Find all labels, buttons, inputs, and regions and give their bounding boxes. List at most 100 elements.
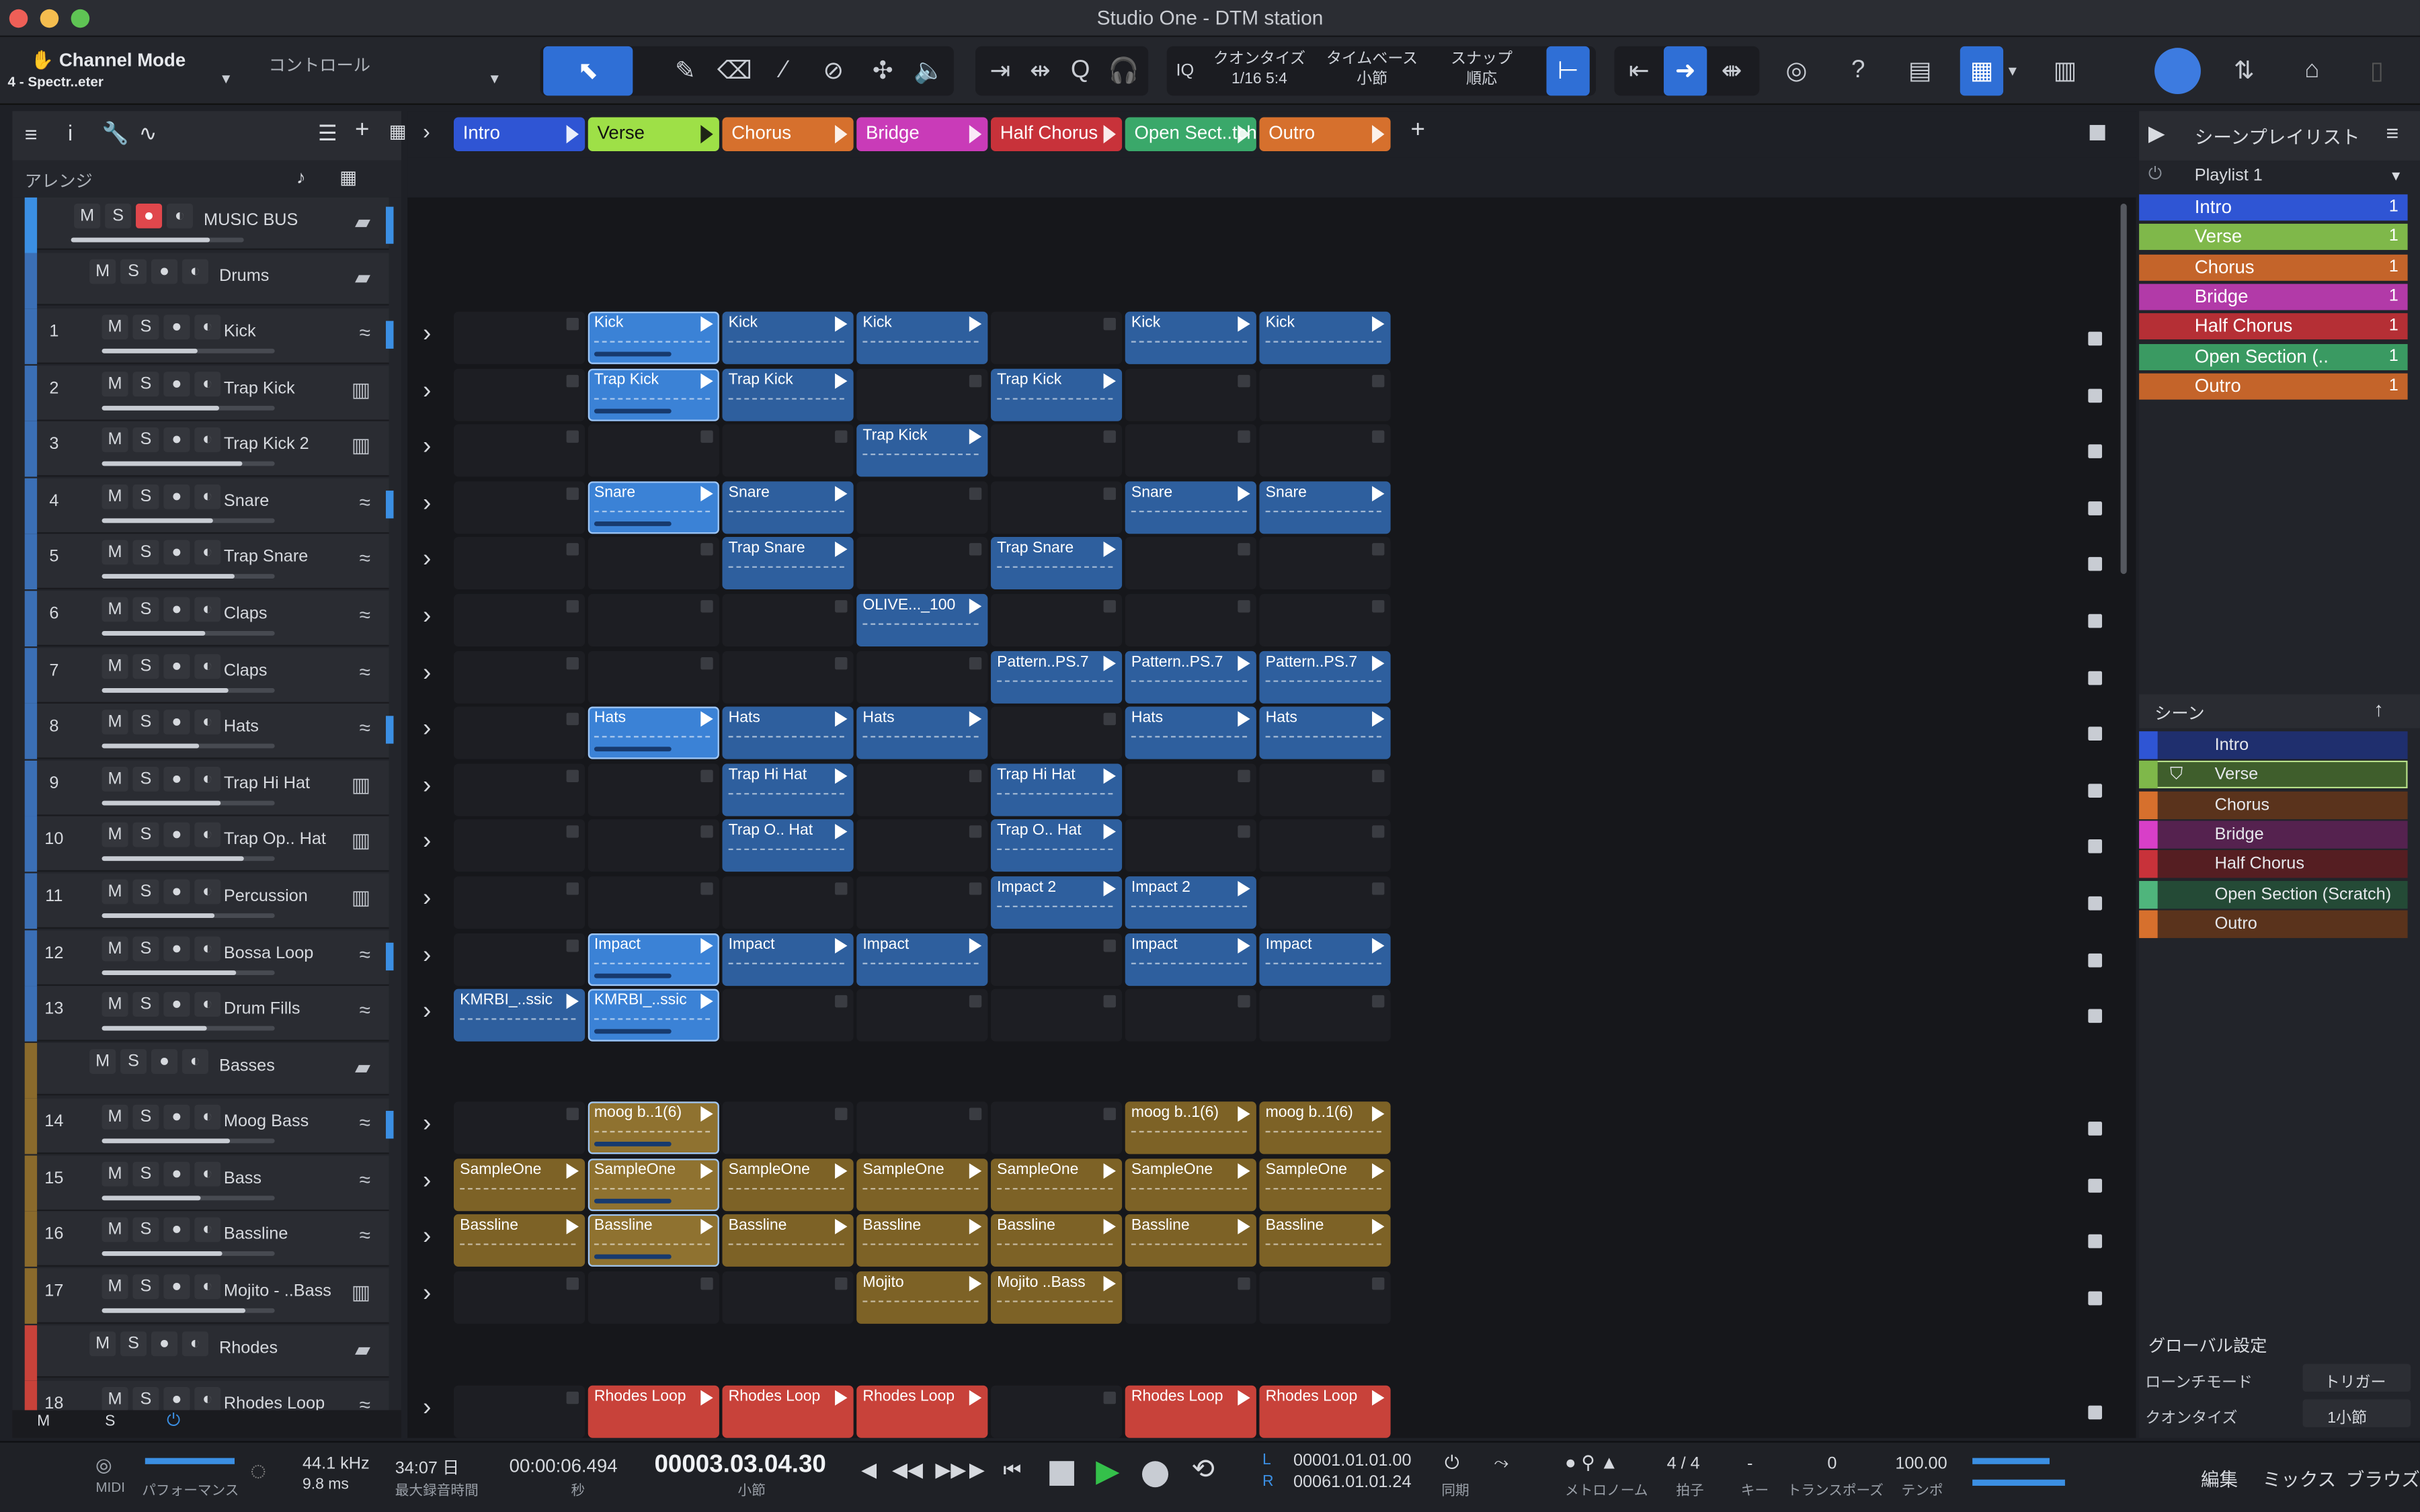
clip[interactable]: Kick <box>1125 311 1256 364</box>
stretch-button[interactable]: ⇹ <box>1018 46 1061 95</box>
play-icon[interactable] <box>1372 1390 1385 1406</box>
scene-header[interactable]: Chorus <box>722 117 854 151</box>
chevron-right-icon[interactable]: › <box>423 1111 431 1138</box>
empty-slot[interactable] <box>990 480 1123 534</box>
row-stop-icon[interactable] <box>2088 1178 2103 1192</box>
empty-slot[interactable] <box>453 933 586 986</box>
empty-slot[interactable] <box>453 480 586 534</box>
clip[interactable]: Pattern..PS.7 <box>1125 650 1256 703</box>
empty-slot[interactable] <box>990 1385 1123 1438</box>
solo-button[interactable]: S <box>120 1331 147 1357</box>
scene-item[interactable]: Bridge <box>2139 821 2408 849</box>
track-row[interactable]: M S ● ◐ 3 ▥ Trap Kick 2 <box>24 421 389 477</box>
empty-slot[interactable] <box>990 311 1123 364</box>
note-icon[interactable]: ♪ <box>296 167 306 188</box>
clip[interactable]: Bassline <box>856 1214 988 1267</box>
channel-mode-title[interactable]: ✋ Channel Mode <box>31 49 186 71</box>
empty-slot[interactable] <box>453 311 586 364</box>
empty-slot[interactable] <box>1259 593 1391 646</box>
record-arm-button[interactable]: ● <box>163 1387 190 1412</box>
play-icon[interactable] <box>835 485 848 501</box>
play-icon[interactable] <box>566 1163 579 1179</box>
row-stop-icon[interactable] <box>2088 1234 2103 1249</box>
tempo-value[interactable]: 100.00 <box>1895 1455 1947 1474</box>
empty-slot[interactable] <box>588 876 719 929</box>
volume-slider[interactable] <box>102 687 275 692</box>
play-icon[interactable] <box>1103 124 1116 144</box>
mute-tool-button[interactable]: ⊘ <box>812 46 855 95</box>
empty-slot[interactable] <box>453 1271 586 1324</box>
play-icon[interactable] <box>566 993 579 1009</box>
record-arm-button[interactable]: ● <box>163 427 190 453</box>
solo-button[interactable]: S <box>132 1104 159 1130</box>
bend-button[interactable]: ⇥ <box>979 46 1022 95</box>
folder-row[interactable]: M S ● ◐ ▰ Basses <box>24 1043 389 1099</box>
volume-slider[interactable] <box>102 574 275 579</box>
row-stop-icon[interactable] <box>2088 670 2103 685</box>
empty-slot[interactable] <box>1125 1271 1256 1324</box>
empty-slot[interactable] <box>1259 820 1391 873</box>
chevron-right-icon[interactable]: › <box>423 999 431 1026</box>
track-row[interactable]: M S ● ◐ 6 ≈ Claps <box>24 591 389 646</box>
play-icon[interactable] <box>700 1106 713 1122</box>
playlist-select[interactable]: ⏻ Playlist 1 ▼ <box>2139 161 2420 195</box>
empty-slot[interactable] <box>856 537 988 590</box>
play-icon[interactable] <box>1238 1219 1250 1235</box>
monitor-button[interactable]: ◐ <box>194 314 221 340</box>
playlist-item[interactable]: Outro 1 <box>2139 373 2408 400</box>
sync-icon[interactable]: ⏻ <box>1445 1452 1459 1474</box>
empty-slot[interactable] <box>453 706 586 760</box>
play-icon[interactable] <box>700 124 713 144</box>
empty-slot[interactable] <box>856 763 988 816</box>
clip[interactable]: moog b..1(6) <box>1125 1101 1256 1154</box>
chevron-right-icon[interactable]: › <box>423 886 431 913</box>
launch-mode-select[interactable]: トリガー <box>2302 1363 2411 1392</box>
play-icon[interactable] <box>1103 1219 1116 1235</box>
play-icon[interactable] <box>835 1390 848 1406</box>
record-arm-button[interactable]: ● <box>163 1273 190 1299</box>
chevron-right-icon[interactable]: › <box>423 547 431 575</box>
metronome-icon[interactable]: ● ⚲ ▲ <box>1565 1452 1618 1473</box>
clip[interactable]: KMRBI_..ssic <box>588 989 719 1042</box>
clip[interactable]: Bassline <box>1125 1214 1256 1267</box>
play-icon[interactable] <box>1103 824 1116 840</box>
row-stop-icon[interactable] <box>2088 1122 2103 1136</box>
empty-slot[interactable] <box>1125 424 1256 477</box>
record-arm-button[interactable]: ● <box>151 259 178 284</box>
monitor-button[interactable]: ◐ <box>194 1161 221 1186</box>
vertical-scrollbar[interactable] <box>2120 204 2127 575</box>
track-row[interactable]: M S ● ◐ 7 ≈ Claps <box>24 647 389 703</box>
record-arm-button[interactable]: ● <box>163 1217 190 1243</box>
empty-slot[interactable] <box>588 763 719 816</box>
play-icon[interactable] <box>1238 124 1250 144</box>
mute-button[interactable]: M <box>102 1104 128 1130</box>
chevron-right-icon[interactable]: › <box>423 1224 431 1251</box>
grid-icon[interactable]: ▦ <box>389 120 407 142</box>
scene-header[interactable]: Half Chorus <box>990 117 1123 151</box>
scene-header[interactable]: Intro <box>453 117 586 151</box>
play-icon[interactable] <box>969 598 982 614</box>
clip[interactable]: SampleOne <box>453 1158 586 1211</box>
play-icon[interactable] <box>1103 880 1116 896</box>
track-row[interactable]: M S ● ◐ 10 ▥ Trap Op.. Hat <box>24 816 389 873</box>
row-stop-icon[interactable] <box>2088 388 2103 403</box>
play-icon[interactable] <box>1103 372 1116 388</box>
home-button[interactable]: ⌂ <box>2290 46 2333 95</box>
track-row[interactable]: M S ● ◐ 2 ▥ Trap Kick <box>24 365 389 421</box>
eraser-tool-button[interactable]: ⌫ <box>713 46 756 95</box>
play-icon[interactable] <box>1238 711 1250 727</box>
record-arm-button[interactable]: ● <box>163 992 190 1017</box>
mute-button[interactable]: M <box>102 427 128 453</box>
clip[interactable]: SampleOne <box>722 1158 854 1211</box>
clip[interactable]: Rhodes Loop <box>722 1385 854 1438</box>
footer-mute[interactable]: M <box>37 1413 50 1430</box>
monitor-button[interactable]: ◐ <box>182 1049 208 1074</box>
row-stop-icon[interactable] <box>2088 444 2103 459</box>
record-arm-button[interactable]: ● <box>136 204 163 228</box>
clip[interactable]: Hats <box>856 706 988 760</box>
empty-slot[interactable] <box>453 593 586 646</box>
play-icon[interactable] <box>835 1219 848 1235</box>
monitor-button[interactable]: ◐ <box>182 259 208 284</box>
arrow-tool-button[interactable]: ⬉ <box>543 46 633 96</box>
help-button[interactable]: ? <box>1837 46 1880 95</box>
